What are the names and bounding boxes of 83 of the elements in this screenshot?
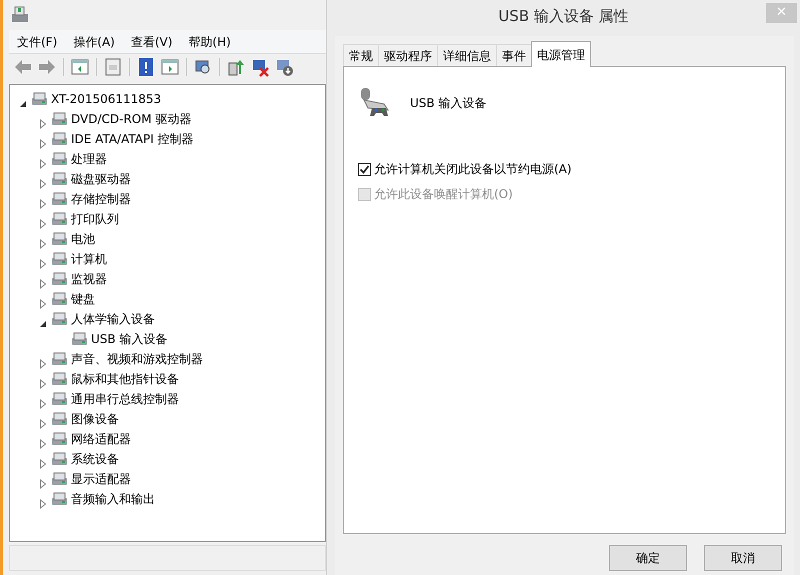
device-icon: [51, 431, 68, 447]
tree-item[interactable]: USB 输入设备: [91, 330, 168, 348]
device-icon: [51, 291, 68, 307]
tree-item[interactable]: 存储控制器: [71, 190, 131, 208]
device-icon: [51, 131, 68, 147]
menu-item[interactable]: 操作(A): [65, 32, 123, 50]
tree-item[interactable]: 声音、视频和游戏控制器: [71, 350, 203, 368]
device-icon: [51, 391, 68, 407]
tree-item[interactable]: 电池: [71, 230, 95, 248]
device-icon: [51, 211, 68, 227]
tree-item[interactable]: XT-201506111853: [51, 90, 162, 108]
expand-arrow-icon[interactable]: [38, 378, 48, 389]
device-icon: [51, 471, 68, 487]
expand-arrow-icon[interactable]: [38, 158, 48, 169]
dialog-title: USB 输入设备 属性: [498, 6, 629, 27]
device-icon: [51, 351, 68, 367]
expand-arrow-icon[interactable]: [38, 478, 48, 489]
tree-item[interactable]: 网络适配器: [71, 430, 131, 448]
menu-item[interactable]: 文件(F): [9, 32, 66, 50]
expand-arrow-icon[interactable]: [38, 218, 48, 229]
device-manager-icon: [11, 5, 29, 23]
tree-item[interactable]: 磁盘驱动器: [71, 170, 131, 188]
expand-arrow-icon[interactable]: [38, 498, 48, 509]
expand-arrow-icon[interactable]: [38, 278, 48, 289]
disable-button[interactable]: [274, 57, 294, 77]
tree-item[interactable]: 监视器: [71, 270, 107, 288]
checkbox-label: 允许计算机关闭此设备以节约电源(A): [374, 161, 572, 178]
expand-arrow-icon[interactable]: [38, 358, 48, 369]
tab[interactable]: 电源管理: [531, 41, 591, 67]
tab[interactable]: 常规: [343, 44, 379, 66]
expand-arrow-icon[interactable]: [38, 418, 48, 429]
tree-item[interactable]: 计算机: [71, 250, 107, 268]
expand-arrow-icon[interactable]: [38, 298, 48, 309]
help-button[interactable]: [136, 57, 156, 77]
remove-button[interactable]: [250, 57, 270, 77]
menu-item[interactable]: 帮助(H): [180, 32, 239, 50]
collapse-arrow-icon[interactable]: [18, 98, 28, 109]
tree-item[interactable]: 音频输入和输出: [71, 490, 155, 508]
device-name: USB 输入设备: [410, 95, 486, 112]
expand-arrow-icon[interactable]: [38, 258, 48, 269]
device-icon: [51, 151, 68, 167]
expand-arrow-icon[interactable]: [38, 438, 48, 449]
expand-arrow-icon[interactable]: [38, 138, 48, 149]
device-icon: [51, 451, 68, 467]
expand-arrow-icon[interactable]: [38, 238, 48, 249]
collapse-arrow-icon[interactable]: [38, 318, 48, 329]
tree-item[interactable]: 键盘: [71, 290, 95, 308]
panel-button[interactable]: [160, 57, 180, 77]
tree-item[interactable]: 系统设备: [71, 450, 119, 468]
tree-item[interactable]: IDE ATA/ATAPI 控制器: [71, 130, 194, 148]
checkbox-label: 允许此设备唤醒计算机(O): [374, 186, 513, 203]
device-icon: [51, 271, 68, 287]
device-icon: [51, 251, 68, 267]
tree-item[interactable]: 图像设备: [71, 410, 119, 428]
panel-button[interactable]: [70, 57, 90, 77]
tree-item[interactable]: 鼠标和其他指针设备: [71, 370, 179, 388]
tree-item[interactable]: 处理器: [71, 150, 107, 168]
device-icon: [51, 311, 68, 327]
menu-item[interactable]: 查看(V): [122, 32, 180, 50]
device-icon: [51, 491, 68, 507]
expand-arrow-icon[interactable]: [38, 398, 48, 409]
device-icon: [51, 371, 68, 387]
device-icon: [31, 91, 48, 107]
dialog-button[interactable]: 确定: [609, 545, 687, 571]
dialog-button[interactable]: 取消: [704, 545, 782, 571]
tree-item[interactable]: DVD/CD-ROM 驱动器: [71, 110, 192, 128]
device-icon: [51, 231, 68, 247]
device-icon: [51, 191, 68, 207]
tree-item[interactable]: 打印队列: [71, 210, 119, 228]
tree-item[interactable]: 通用串行总线控制器: [71, 390, 179, 408]
expand-arrow-icon[interactable]: [38, 178, 48, 189]
checkbox[interactable]: [358, 162, 371, 176]
tree-item[interactable]: 人体学输入设备: [71, 310, 155, 328]
properties-button[interactable]: [103, 57, 123, 77]
expand-arrow-icon[interactable]: [38, 118, 48, 129]
device-icon: [51, 171, 68, 187]
forward-button[interactable]: [37, 57, 57, 77]
device-icon: [71, 331, 88, 347]
tree-item[interactable]: 显示适配器: [71, 470, 131, 488]
device-icon: [51, 111, 68, 127]
device-icon: [51, 411, 68, 427]
expand-arrow-icon[interactable]: [38, 458, 48, 469]
expand-arrow-icon[interactable]: [38, 198, 48, 209]
